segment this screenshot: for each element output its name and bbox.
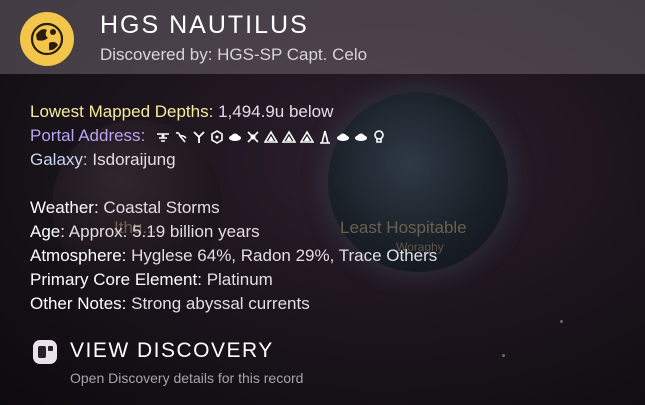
discovery-title: HGS NAUTILUS [100, 11, 309, 39]
portal-address-row: Portal Address: [30, 124, 437, 148]
core-element-label: Primary Core Element [30, 270, 198, 289]
background-star [502, 354, 505, 357]
other-notes-row: Other Notes: Strong abyssal currents [30, 294, 310, 313]
discovery-info-panel: Lowest Mapped Depths: 1,494.9u below Por… [30, 100, 437, 316]
view-discovery-label[interactable]: VIEW DISCOVERY [70, 339, 274, 363]
atmosphere-value: Hyglese 64%, Radon 29%, Trace Others [131, 246, 438, 265]
depths-row: Lowest Mapped Depths: 1,494.9u below [30, 102, 334, 121]
background-star [560, 320, 563, 323]
galaxy-label: Galaxy [30, 150, 83, 169]
discovered-by-text: Discovered by: HGS-SP Capt. Celo [100, 45, 368, 64]
portal-glyph-face-icon [193, 130, 205, 143]
portal-glyph-bird-icon [175, 131, 187, 143]
portal-glyph-eclipse-icon [229, 133, 242, 141]
portal-address-label: Portal Address [30, 126, 141, 145]
weather-row: Weather: Coastal Storms [30, 198, 220, 217]
portal-glyph-bug-icon [282, 129, 297, 143]
galaxy-value: Isdoraijung [92, 150, 176, 169]
atmosphere-label: Atmosphere [30, 246, 122, 265]
discovery-header: HGS NAUTILUS Discovered by: HGS-SP Capt.… [0, 0, 645, 74]
view-discovery-icon [33, 340, 57, 364]
portal-glyph-fish-icon [355, 133, 368, 141]
weather-value: Coastal Storms [103, 198, 220, 217]
portal-glyph-dragonfly-icon [300, 129, 315, 143]
other-notes-label: Other Notes [30, 294, 122, 313]
age-row: Age: Approx. 5.19 billion years [30, 222, 260, 241]
discovery-emblem-icon [20, 12, 74, 66]
view-discovery-description: Open Discovery details for this record [70, 370, 304, 386]
portal-glyph-balloon-icon [247, 130, 259, 143]
portal-glyph-bulb-icon [374, 129, 384, 143]
other-notes-value: Strong abyssal currents [131, 294, 310, 313]
portal-glyph-voxel-icon [337, 133, 350, 141]
depths-value: 1,494.9u below [218, 102, 334, 121]
atmosphere-row: Atmosphere: Hyglese 64%, Radon 29%, Trac… [30, 246, 438, 265]
portal-glyph-boat-icon [264, 129, 279, 143]
age-label: Age [30, 222, 61, 241]
portal-glyph-galaxy-icon [320, 130, 331, 144]
core-element-value: Platinum [206, 270, 273, 289]
core-element-row: Primary Core Element: Platinum [30, 270, 273, 289]
portal-glyph-diplo-icon [211, 129, 223, 144]
age-value: Approx. 5.19 billion years [68, 222, 260, 241]
portal-glyph-list [156, 129, 386, 144]
galaxy-row: Galaxy: Isdoraijung [30, 150, 176, 169]
depths-label: Lowest Mapped Depths [30, 102, 209, 121]
weather-label: Weather [30, 198, 94, 217]
portal-glyph-sunset-icon [157, 132, 170, 142]
